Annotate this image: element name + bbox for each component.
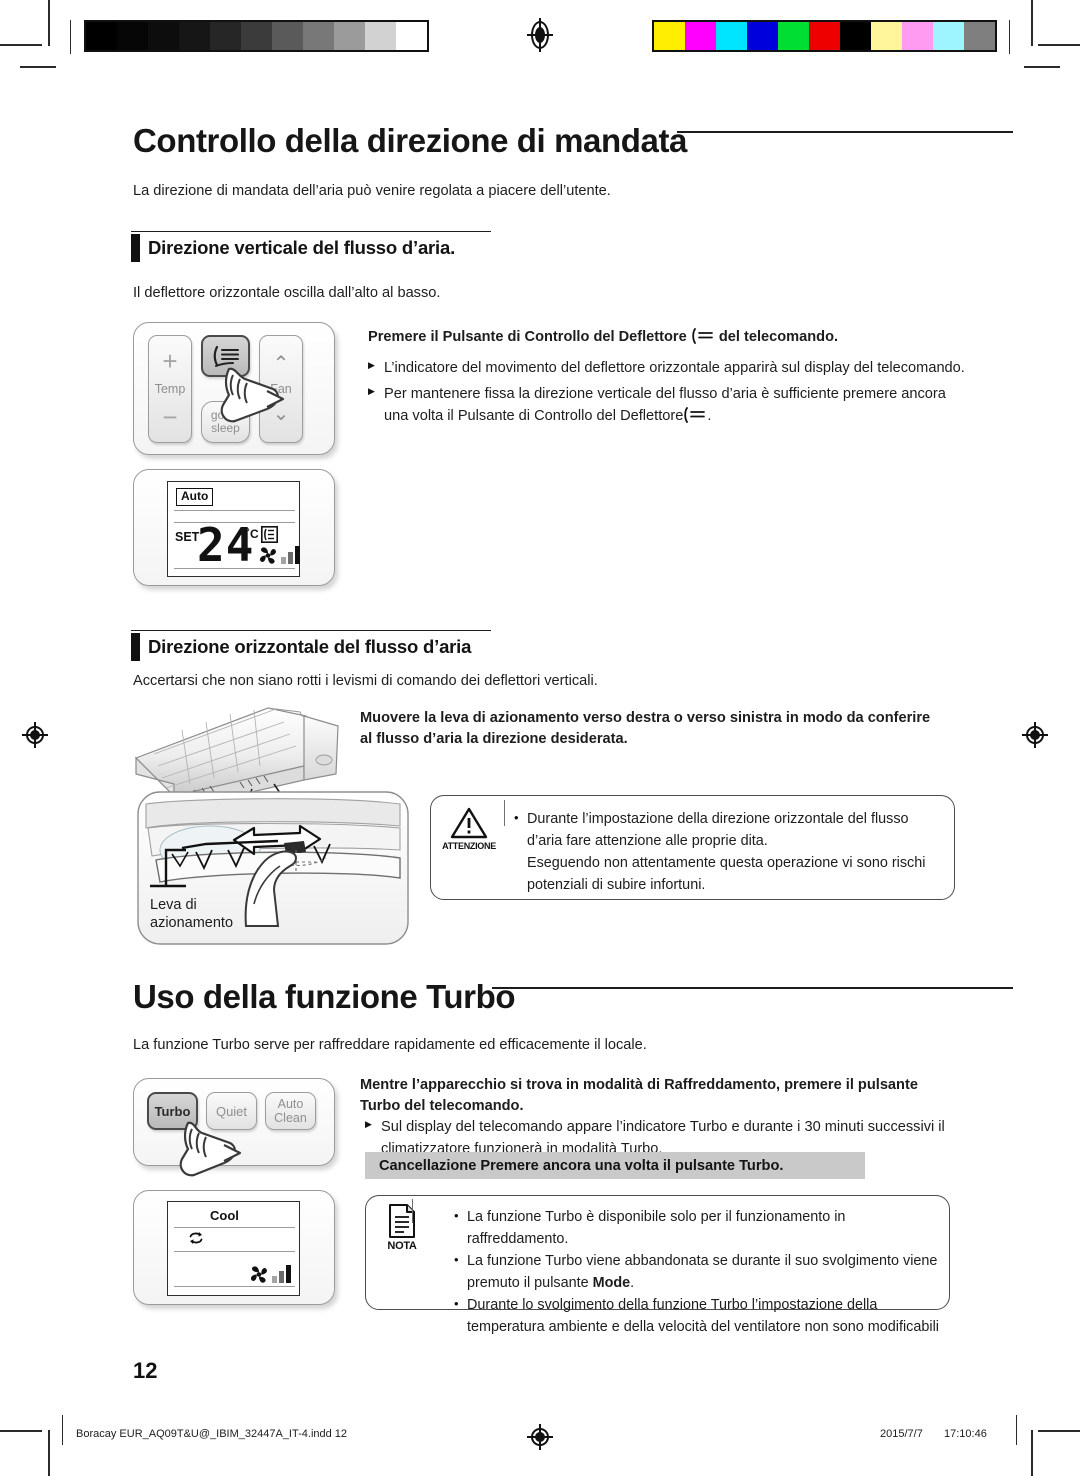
temperature-unit: ˚C: [246, 527, 259, 541]
vertical-bullet-2-text: Per mantenere fissa la direzione vertica…: [384, 385, 946, 424]
note-item-3: Durante lo svolgimento della funzione Tu…: [451, 1294, 941, 1338]
note-icon-group: NOTA: [370, 1203, 434, 1252]
page-title-airflow: Controllo della direzione di mandata: [133, 122, 687, 159]
subheading-horizontal-airflow: Direzione orizzontale del flusso d’aria: [148, 636, 472, 657]
cool-divider-3: [174, 1286, 295, 1288]
footer-rule-left: [62, 1415, 64, 1445]
fan-bar-3: [295, 546, 300, 564]
footer-rule-right: [1016, 1415, 1018, 1445]
remote-keypad-turbo-illustration: Turbo Quiet Auto Clean: [133, 1078, 335, 1177]
turbo-cancel-band: Cancellazione Premere ancora una volta i…: [365, 1152, 865, 1179]
auto-clean-key[interactable]: Auto Clean: [265, 1092, 316, 1130]
turbo-instruction: Mentre l’apparecchio si trova in modalit…: [360, 1077, 918, 1115]
note-callout: La funzione Turbo è disponibile solo per…: [365, 1195, 950, 1335]
lever-label-line-2: azionamento: [150, 915, 234, 932]
footer-date: 2015/7/7: [880, 1428, 923, 1440]
lcd-screen-auto: Auto SET 24 ˚C: [167, 481, 300, 577]
note-callout-divider: [412, 1199, 414, 1223]
fan-icon-cool: [250, 1266, 267, 1283]
pointing-hand-icon-turbo: [179, 1121, 242, 1177]
temp-key[interactable]: + Temp −: [148, 335, 192, 443]
cool-divider-2: [174, 1251, 295, 1253]
footer-filename: Boracay EUR_AQ09T&U@_IBIM_32447A_IT-4.in…: [76, 1428, 348, 1440]
set-label: SET: [175, 530, 200, 544]
fan-bar-2: [288, 552, 293, 564]
note-text: La funzione Turbo è disponibile solo per…: [451, 1206, 941, 1340]
auto-clean-label-2: Clean: [274, 1111, 307, 1125]
temp-minus-label: −: [162, 402, 178, 432]
pointing-hand-icon: [220, 367, 285, 423]
note-item-2: La funzione Turbo viene abbandonata se d…: [451, 1250, 941, 1294]
lcd-divider-bottom: [174, 568, 295, 570]
warning-triangle-icon: [450, 807, 488, 839]
subheading-tick-horizontal: [131, 633, 140, 661]
vertical-lead-text: Il deflettore orizzontale oscilla dall’a…: [133, 285, 441, 301]
fan-speed-bars-cool: [270, 1265, 291, 1283]
caution-caption: ATTENZIONE: [442, 841, 496, 851]
vertical-instruction-pre: Premere il Pulsante di Controllo del Def…: [368, 329, 687, 345]
lever-callout-label: Leva di azionamento: [150, 896, 233, 932]
remote-display-illustration-cool: Cool: [133, 1190, 335, 1305]
note-caption: NOTA: [387, 1240, 417, 1252]
vertical-bullet-2: Per mantenere fissa la direzione vertica…: [368, 384, 968, 428]
cool-divider-1: [174, 1227, 295, 1229]
vertical-bullet-1: L’indicatore del movimento del deflettor…: [368, 358, 968, 380]
caution-callout-divider: [504, 800, 506, 826]
fan-speed-bars: [279, 546, 300, 564]
note-bold-mode: Mode: [592, 1274, 631, 1291]
vertical-instruction-post: del telecomando.: [718, 329, 839, 345]
subheading-rule-horizontal: [131, 630, 491, 631]
lever-label-line-1: Leva di: [150, 897, 197, 913]
horizontal-instruction: Muovere la leva di azionamento verso des…: [360, 710, 931, 748]
turbo-icon: [189, 1232, 203, 1244]
caution-callout: Durante l’impostazione della direzione o…: [430, 795, 955, 900]
auto-clean-label-1: Auto: [277, 1097, 304, 1111]
cool-fan-bar-2: [279, 1271, 284, 1283]
mode-badge-auto: Auto: [176, 488, 214, 506]
horizontal-lead-text: Accertarsi che non siano rotti i levismi…: [133, 673, 598, 689]
swing-indicator-icon: [261, 526, 278, 543]
caution-text: Durante l’impostazione della direzione o…: [511, 808, 936, 896]
mode-label-cool: Cool: [210, 1208, 239, 1223]
footer-time: 17:10:46: [944, 1428, 987, 1440]
deflector-icon-inline: [692, 328, 713, 344]
page-title-turbo: Uso della funzione Turbo: [133, 978, 516, 1015]
fan-bar-1: [281, 557, 286, 564]
remote-keypad-deflector-illustration: + Temp − good’ sleep: [133, 322, 335, 455]
note-item-1: La funzione Turbo è disponibile solo per…: [451, 1206, 941, 1250]
subheading-rule-vertical: [131, 231, 491, 232]
vertical-bullet-list: L’indicatore del movimento del deflettor…: [368, 358, 968, 432]
remote-display-illustration-auto: Auto SET 24 ˚C: [133, 469, 335, 586]
manual-page: Controllo della direzione di mandata La …: [0, 0, 1080, 1476]
fan-icon: [259, 547, 276, 564]
temp-plus-label: +: [162, 346, 178, 376]
temp-label: Temp: [154, 382, 186, 396]
subheading-vertical-airflow: Direzione verticale del flusso d’aria.: [148, 237, 456, 258]
title-rule-turbo: [492, 987, 1013, 989]
page-number: 12: [133, 1358, 158, 1383]
subheading-tick-vertical: [131, 234, 140, 262]
lcd-screen-cool: Cool: [167, 1201, 300, 1296]
cool-fan-bar-1: [272, 1276, 277, 1283]
airflow-intro: La direzione di mandata dell’aria può ve…: [133, 183, 611, 199]
vertical-instruction: Premere il Pulsante di Controllo del Def…: [368, 327, 968, 348]
turbo-intro: La funzione Turbo serve per raffreddare …: [133, 1037, 647, 1053]
caution-line-1: Durante l’impostazione della direzione o…: [511, 808, 936, 852]
cool-fan-bar-3: [286, 1265, 291, 1283]
title-rule-airflow: [677, 131, 1013, 133]
lcd-divider-top: [174, 510, 295, 512]
deflector-icon-inline-2: [684, 406, 706, 423]
caution-line-2: Eseguendo non attentamente questa operaz…: [527, 855, 926, 893]
caution-icon-group: ATTENZIONE: [437, 806, 501, 851]
